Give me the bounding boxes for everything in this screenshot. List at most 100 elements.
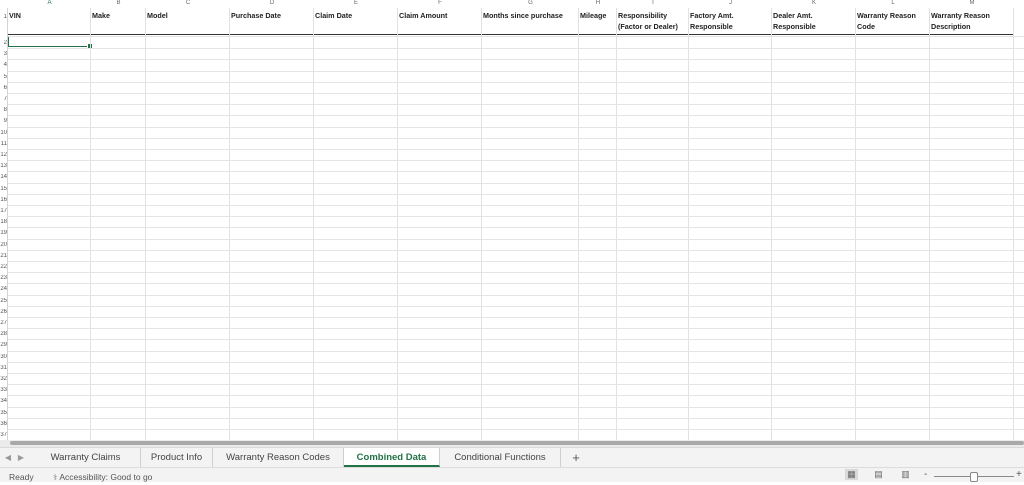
row-number[interactable]: 22 [0,264,7,270]
sheet-tab[interactable]: Product Info [141,448,213,467]
row-number[interactable]: 16 [0,197,7,203]
header-cell[interactable]: Model [147,11,229,22]
header-cell[interactable]: VIN [9,11,90,22]
row-number[interactable]: 2 [0,40,7,46]
row-number[interactable]: 11 [0,141,7,147]
row-number[interactable]: 32 [0,376,7,382]
row-number[interactable]: 33 [0,387,7,393]
row-number[interactable]: 21 [0,253,7,259]
column-gridline [688,8,689,440]
status-bar: Ready ⚕ Accessibility: Good to go ▦ ▤ ▥ -… [0,467,1024,482]
row-number[interactable]: 31 [0,365,7,371]
row-number[interactable]: 12 [0,152,7,158]
row-number[interactable]: 10 [0,130,7,136]
accessibility-icon: ⚕ [53,473,58,482]
header-cell[interactable]: Claim Date [315,11,397,22]
row-number[interactable]: 3 [0,51,7,57]
column-letter[interactable]: C [146,0,230,7]
sheet-tab-bar: ◀ ▶ Warranty Claims Product Info Warranty … [0,447,1024,468]
row-gridline [8,93,1024,94]
row-number[interactable]: 37 [0,432,7,438]
row-number[interactable]: 17 [0,208,7,214]
column-gridline [145,8,146,440]
column-gridline [1013,8,1014,440]
row-number[interactable]: 26 [0,309,7,315]
row-number[interactable]: 30 [0,354,7,360]
status-ready: Ready [9,472,34,482]
row-gridline [8,339,1024,341]
normal-view-icon[interactable]: ▦ [845,469,858,480]
row-gridline [8,361,1024,363]
row-gridline [8,104,1024,106]
header-cell[interactable]: Warranty Reason Code [857,11,929,32]
worksheet-grid[interactable]: VIN Make Model Purchase Date Claim Date Claim… [0,8,1024,440]
column-letter[interactable]: M [930,0,1014,7]
header-cell[interactable]: Mileage [580,11,616,22]
column-letter[interactable]: F [398,0,482,7]
row-number[interactable]: 8 [0,107,7,113]
row-gridline [8,238,1024,240]
sheet-tab[interactable]: Warranty Claims [31,448,141,467]
page-layout-view-icon[interactable]: ▤ [872,469,885,480]
column-letter[interactable]: E [314,0,398,7]
scrollbar-thumb[interactable] [10,441,1024,445]
row-gridline [8,429,1024,430]
row-number[interactable]: 15 [0,186,7,192]
row-number[interactable]: 36 [0,421,7,427]
column-letter[interactable]: B [91,0,146,7]
header-cell[interactable]: Warranty Reason Description [931,11,1013,32]
column-letter[interactable]: I [617,0,689,7]
row-number[interactable]: 7 [0,96,7,102]
header-cell[interactable]: Months since purchase [483,11,578,22]
row-number[interactable]: 1 [0,14,7,20]
row-number[interactable]: 9 [0,118,7,124]
row-gridline [8,70,1024,72]
row-gridline [8,216,1024,218]
sheet-tab[interactable]: Conditional Functions [440,448,561,467]
column-letter[interactable]: K [772,0,856,7]
column-letter[interactable]: D [230,0,314,7]
tab-nav-prev-icon[interactable]: ◀ [2,450,14,466]
column-letter[interactable]: G [482,0,579,7]
add-sheet-button[interactable]: + [566,448,586,467]
row-number[interactable]: 34 [0,398,7,404]
row-number[interactable]: 13 [0,163,7,169]
header-cell[interactable]: Responsibility (Factor or Dealer) [618,11,688,32]
row-number[interactable]: 14 [0,174,7,180]
row-number[interactable]: 25 [0,298,7,304]
row-number[interactable]: 35 [0,410,7,416]
row-number[interactable]: 6 [0,85,7,91]
column-letter[interactable]: L [856,0,930,7]
column-letter[interactable]: H [579,0,617,7]
row-gridline [8,193,1024,195]
column-letter[interactable]: J [689,0,772,7]
header-cell[interactable]: Claim Amount [399,11,481,22]
header-cell[interactable]: Make [92,11,145,22]
page-break-view-icon[interactable]: ▥ [899,469,912,480]
sheet-tab[interactable]: Combined Data [344,448,440,467]
sheet-tab[interactable]: Warranty Reason Codes [213,448,344,467]
row-gridline [8,36,1024,37]
header-cell[interactable]: Purchase Date [231,11,313,22]
header-cell[interactable]: Factory Amt. Responsible [690,11,771,32]
row-number[interactable]: 24 [0,286,7,292]
selected-cell-a2[interactable] [8,36,93,49]
header-cell[interactable]: Dealer Amt. Responsible [773,11,855,32]
row-number[interactable]: 18 [0,219,7,225]
horizontal-scrollbar[interactable] [0,440,1024,447]
row-number[interactable]: 4 [0,62,7,68]
row-number[interactable]: 28 [0,331,7,337]
tab-nav-next-icon[interactable]: ▶ [15,450,27,466]
row-number[interactable]: 19 [0,230,7,236]
row-number[interactable]: 20 [0,242,7,248]
row-number[interactable]: 5 [0,74,7,80]
column-letter[interactable]: A [8,0,91,7]
row-gridline [8,227,1024,229]
row-number[interactable]: 29 [0,342,7,348]
row-number[interactable]: 27 [0,320,7,326]
zoom-in-button[interactable]: + [1016,468,1022,482]
accessibility-status[interactable]: ⚕ Accessibility: Good to go [53,470,152,485]
header-underline [8,34,1014,35]
zoom-out-button[interactable]: - [924,468,927,482]
row-number[interactable]: 23 [0,275,7,281]
